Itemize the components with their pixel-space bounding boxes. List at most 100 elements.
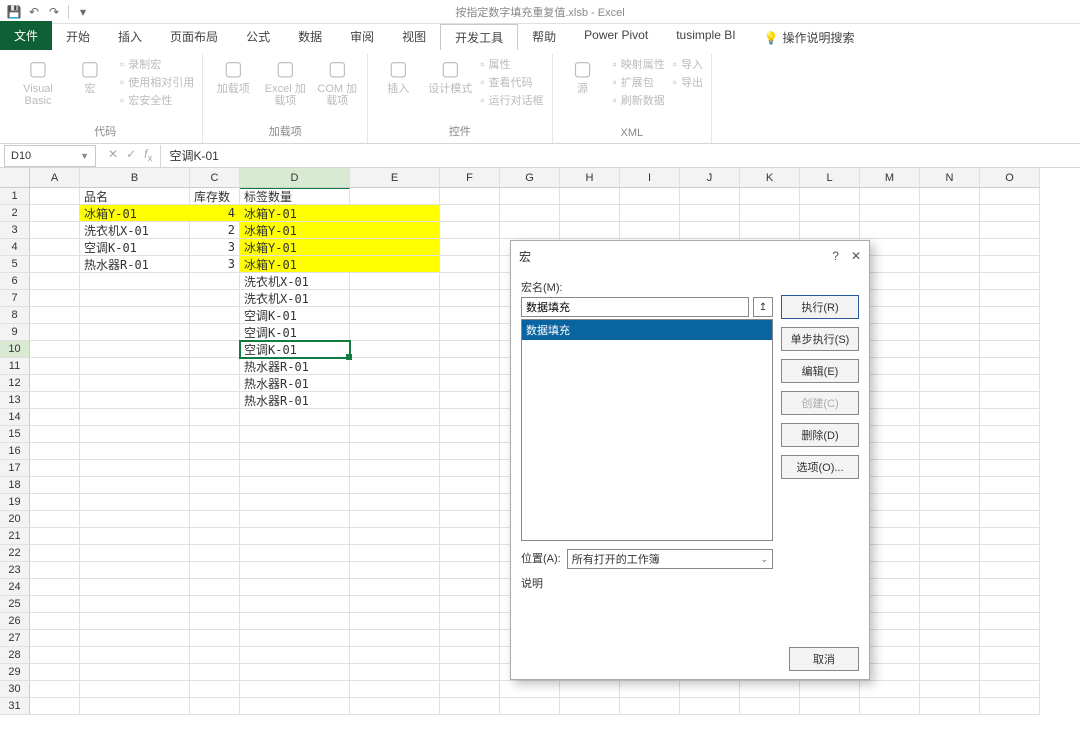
cell-F19[interactable]: [440, 494, 500, 511]
cell-G31[interactable]: [500, 698, 560, 715]
cell-D13[interactable]: 热水器R-01: [240, 392, 350, 409]
cell-C26[interactable]: [190, 613, 240, 630]
customize-qat-icon[interactable]: ▾: [75, 4, 91, 20]
cell-A26[interactable]: [30, 613, 80, 630]
cell-E1[interactable]: [350, 188, 440, 205]
edit-button[interactable]: 编辑(E): [781, 359, 859, 383]
cell-F14[interactable]: [440, 409, 500, 426]
cell-A25[interactable]: [30, 596, 80, 613]
cell-I3[interactable]: [620, 222, 680, 239]
cell-A4[interactable]: [30, 239, 80, 256]
cell-B29[interactable]: [80, 664, 190, 681]
cell-E7[interactable]: [350, 290, 440, 307]
cell-N14[interactable]: [920, 409, 980, 426]
delete-button[interactable]: 删除(D): [781, 423, 859, 447]
cell-G1[interactable]: [500, 188, 560, 205]
save-icon[interactable]: 💾: [6, 4, 22, 20]
cell-L2[interactable]: [800, 205, 860, 222]
cancel-button[interactable]: 取消: [789, 647, 859, 671]
cell-K2[interactable]: [740, 205, 800, 222]
cell-O3[interactable]: [980, 222, 1040, 239]
cell-E30[interactable]: [350, 681, 440, 698]
tab-插入[interactable]: 插入: [104, 24, 156, 50]
cell-B9[interactable]: [80, 324, 190, 341]
cell-B5[interactable]: 热水器R-01: [80, 256, 190, 273]
cell-J3[interactable]: [680, 222, 740, 239]
macro-name-collapse-icon[interactable]: ↥: [753, 297, 773, 317]
cell-O12[interactable]: [980, 375, 1040, 392]
cell-C2[interactable]: 4: [190, 205, 240, 222]
cell-N3[interactable]: [920, 222, 980, 239]
cell-C22[interactable]: [190, 545, 240, 562]
tab-页面布局[interactable]: 页面布局: [156, 24, 232, 50]
column-header-M[interactable]: M: [860, 168, 920, 188]
cell-N22[interactable]: [920, 545, 980, 562]
row-header-19[interactable]: 19: [0, 494, 30, 511]
cell-B25[interactable]: [80, 596, 190, 613]
cell-N11[interactable]: [920, 358, 980, 375]
cell-D3[interactable]: 冰箱Y-01: [240, 222, 350, 239]
cell-C10[interactable]: [190, 341, 240, 358]
cell-D20[interactable]: [240, 511, 350, 528]
row-header-30[interactable]: 30: [0, 681, 30, 698]
row-header-27[interactable]: 27: [0, 630, 30, 647]
cell-N16[interactable]: [920, 443, 980, 460]
cell-D6[interactable]: 洗衣机X-01: [240, 273, 350, 290]
tab-视图[interactable]: 视图: [388, 24, 440, 50]
cell-O26[interactable]: [980, 613, 1040, 630]
cell-B8[interactable]: [80, 307, 190, 324]
cell-D5[interactable]: 冰箱Y-01: [240, 256, 350, 273]
row-header-1[interactable]: 1: [0, 188, 30, 205]
cell-F2[interactable]: [440, 205, 500, 222]
row-header-8[interactable]: 8: [0, 307, 30, 324]
cell-F16[interactable]: [440, 443, 500, 460]
cell-O28[interactable]: [980, 647, 1040, 664]
step-into-button[interactable]: 单步执行(S): [781, 327, 859, 351]
cell-B21[interactable]: [80, 528, 190, 545]
cell-C31[interactable]: [190, 698, 240, 715]
cell-O27[interactable]: [980, 630, 1040, 647]
row-header-29[interactable]: 29: [0, 664, 30, 681]
cell-E17[interactable]: [350, 460, 440, 477]
row-header-11[interactable]: 11: [0, 358, 30, 375]
cell-H30[interactable]: [560, 681, 620, 698]
cell-N8[interactable]: [920, 307, 980, 324]
cell-A11[interactable]: [30, 358, 80, 375]
cell-M1[interactable]: [860, 188, 920, 205]
column-header-C[interactable]: C: [190, 168, 240, 188]
column-header-J[interactable]: J: [680, 168, 740, 188]
dialog-titlebar[interactable]: 宏 ? ✕: [511, 241, 869, 271]
cell-L3[interactable]: [800, 222, 860, 239]
cell-E25[interactable]: [350, 596, 440, 613]
cell-O11[interactable]: [980, 358, 1040, 375]
cell-G30[interactable]: [500, 681, 560, 698]
ribbon-button-运行对话框[interactable]: ▫运行对话框: [480, 92, 543, 108]
cell-D1[interactable]: 标签数量: [240, 188, 350, 205]
cell-A24[interactable]: [30, 579, 80, 596]
cell-D22[interactable]: [240, 545, 350, 562]
cell-D18[interactable]: [240, 477, 350, 494]
row-header-28[interactable]: 28: [0, 647, 30, 664]
tab-开发工具[interactable]: 开发工具: [440, 24, 518, 50]
cell-O15[interactable]: [980, 426, 1040, 443]
cell-B31[interactable]: [80, 698, 190, 715]
cell-E29[interactable]: [350, 664, 440, 681]
cell-D4[interactable]: 冰箱Y-01: [240, 239, 350, 256]
cell-M2[interactable]: [860, 205, 920, 222]
cell-D8[interactable]: 空调K-01: [240, 307, 350, 324]
cell-O1[interactable]: [980, 188, 1040, 205]
tab-数据[interactable]: 数据: [284, 24, 336, 50]
ribbon-button-COM 加载项[interactable]: ▢COM 加载项: [315, 56, 359, 107]
cell-F5[interactable]: [440, 256, 500, 273]
row-header-9[interactable]: 9: [0, 324, 30, 341]
cell-E15[interactable]: [350, 426, 440, 443]
cell-O20[interactable]: [980, 511, 1040, 528]
cell-F21[interactable]: [440, 528, 500, 545]
cell-O21[interactable]: [980, 528, 1040, 545]
cell-A31[interactable]: [30, 698, 80, 715]
cell-C3[interactable]: 2: [190, 222, 240, 239]
cell-D17[interactable]: [240, 460, 350, 477]
ribbon-button-加载项[interactable]: ▢加载项: [211, 56, 255, 95]
cell-F28[interactable]: [440, 647, 500, 664]
cell-A5[interactable]: [30, 256, 80, 273]
